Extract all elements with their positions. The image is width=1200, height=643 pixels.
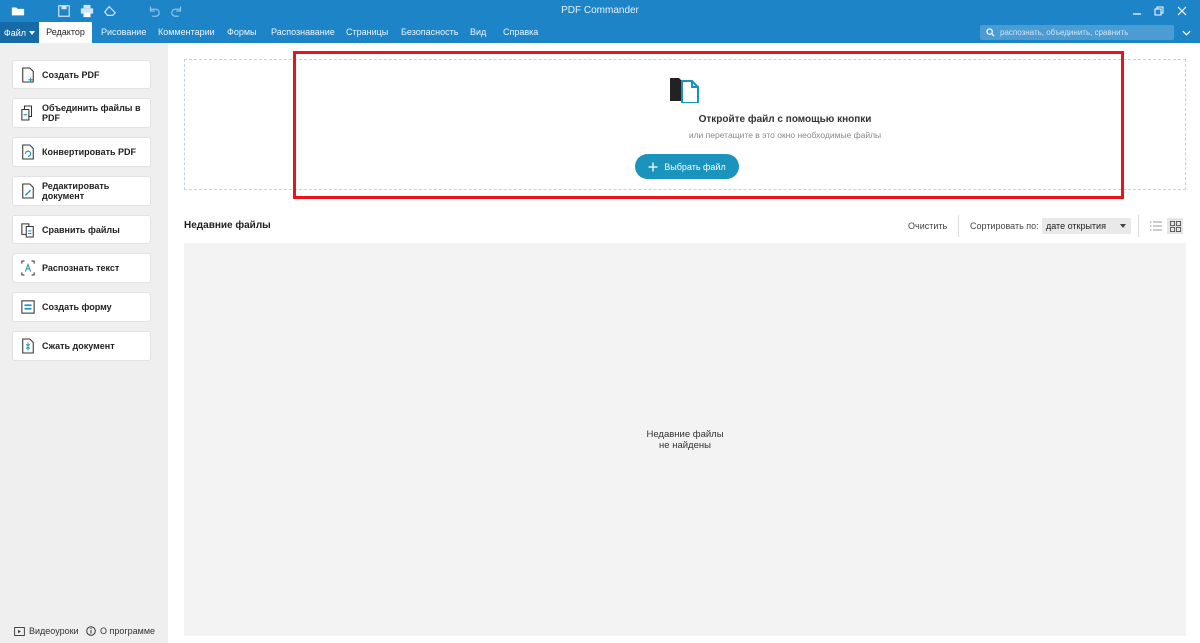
- sort-label: Сортировать по:: [970, 221, 1039, 231]
- tab-pages[interactable]: Страницы: [346, 22, 388, 43]
- file-menu-button[interactable]: Файл: [0, 22, 39, 43]
- search-icon: [986, 28, 995, 37]
- plus-icon: [648, 162, 658, 171]
- video-tutorials-label: Видеоуроки: [29, 626, 79, 636]
- create-pdf-icon: [20, 66, 36, 84]
- sort-select[interactable]: дате открытия: [1042, 218, 1131, 234]
- recent-files-title: Недавние файлы: [184, 220, 271, 231]
- compare-files-button[interactable]: Сравнить файлы: [12, 215, 151, 244]
- list-view-icon: [1150, 221, 1162, 231]
- title-bar: PDF Commander: [0, 0, 1200, 22]
- edit-document-button[interactable]: Редактировать документ: [12, 176, 151, 206]
- about-link[interactable]: О программе: [86, 626, 155, 636]
- empty-state-line1: Недавние файлы: [646, 429, 724, 440]
- sort-value: дате открытия: [1046, 221, 1106, 231]
- compress-document-label: Сжать документ: [42, 341, 115, 351]
- tab-security[interactable]: Безопасность: [401, 22, 458, 43]
- ocr-text-icon: [20, 259, 36, 277]
- empty-state-line2: не найдены: [659, 440, 711, 451]
- window-title: PDF Commander: [561, 5, 639, 16]
- collapse-ribbon-icon[interactable]: [1180, 28, 1192, 38]
- tab-recognition[interactable]: Распознавание: [271, 22, 335, 43]
- restore-icon[interactable]: [1150, 2, 1168, 20]
- edit-document-label: Редактировать документ: [42, 181, 110, 201]
- convert-pdf-button[interactable]: Конвертировать PDF: [12, 137, 151, 167]
- grid-view-icon: [1169, 220, 1181, 232]
- choose-file-label: Выбрать файл: [664, 161, 726, 172]
- create-form-label: Создать форму: [42, 302, 112, 312]
- about-label: О программе: [100, 626, 156, 636]
- tab-help[interactable]: Справка: [503, 22, 538, 43]
- compress-document-button[interactable]: Сжать документ: [12, 331, 151, 361]
- compress-document-icon: [20, 337, 36, 355]
- tab-drawing[interactable]: Рисование: [101, 22, 146, 43]
- search-box[interactable]: [980, 25, 1174, 40]
- video-icon: [14, 626, 25, 636]
- minimize-icon[interactable]: [1128, 2, 1146, 20]
- convert-pdf-icon: [20, 143, 36, 161]
- ribbon-tabs: Файл Редактор Рисование Комментарии Форм…: [0, 22, 1200, 43]
- create-pdf-button[interactable]: Создать PDF: [12, 60, 151, 89]
- compare-files-label: Сравнить файлы: [42, 224, 120, 235]
- open-files-icon: [670, 78, 699, 103]
- info-icon: [86, 626, 96, 636]
- tab-forms[interactable]: Формы: [227, 22, 257, 43]
- create-form-icon: [20, 298, 36, 316]
- divider: [1138, 215, 1139, 237]
- choose-file-button[interactable]: Выбрать файл: [635, 154, 739, 179]
- grid-view-button[interactable]: [1167, 218, 1183, 234]
- tab-view[interactable]: Вид: [470, 22, 486, 43]
- ocr-text-button[interactable]: Распознать текст: [12, 253, 151, 283]
- file-menu-label: Файл: [3, 27, 27, 38]
- clear-button[interactable]: Очистить: [908, 221, 947, 231]
- tab-editor[interactable]: Редактор: [39, 22, 92, 43]
- dropzone-subtitle: или перетащите в это окно необходимые фа…: [688, 130, 882, 140]
- tab-comments[interactable]: Комментарии: [158, 22, 215, 43]
- empty-state: Недавние файлы не найдены: [184, 429, 1186, 451]
- edit-document-icon: [20, 182, 36, 200]
- create-pdf-label: Создать PDF: [42, 69, 100, 80]
- ocr-text-label: Распознать текст: [42, 263, 120, 273]
- video-tutorials-link[interactable]: Видеоуроки: [14, 626, 79, 636]
- divider: [958, 215, 959, 237]
- list-view-button[interactable]: [1148, 218, 1164, 234]
- search-input[interactable]: [1000, 28, 1170, 37]
- chevron-down-icon: [1120, 224, 1126, 228]
- chevron-down-icon: [29, 30, 36, 35]
- close-icon[interactable]: [1173, 2, 1191, 20]
- convert-pdf-label: Конвертировать PDF: [42, 147, 137, 157]
- dropzone-title: Откройте файл с помощью кнопки: [698, 114, 872, 125]
- compare-files-icon: [20, 221, 36, 239]
- create-form-button[interactable]: Создать форму: [12, 292, 151, 322]
